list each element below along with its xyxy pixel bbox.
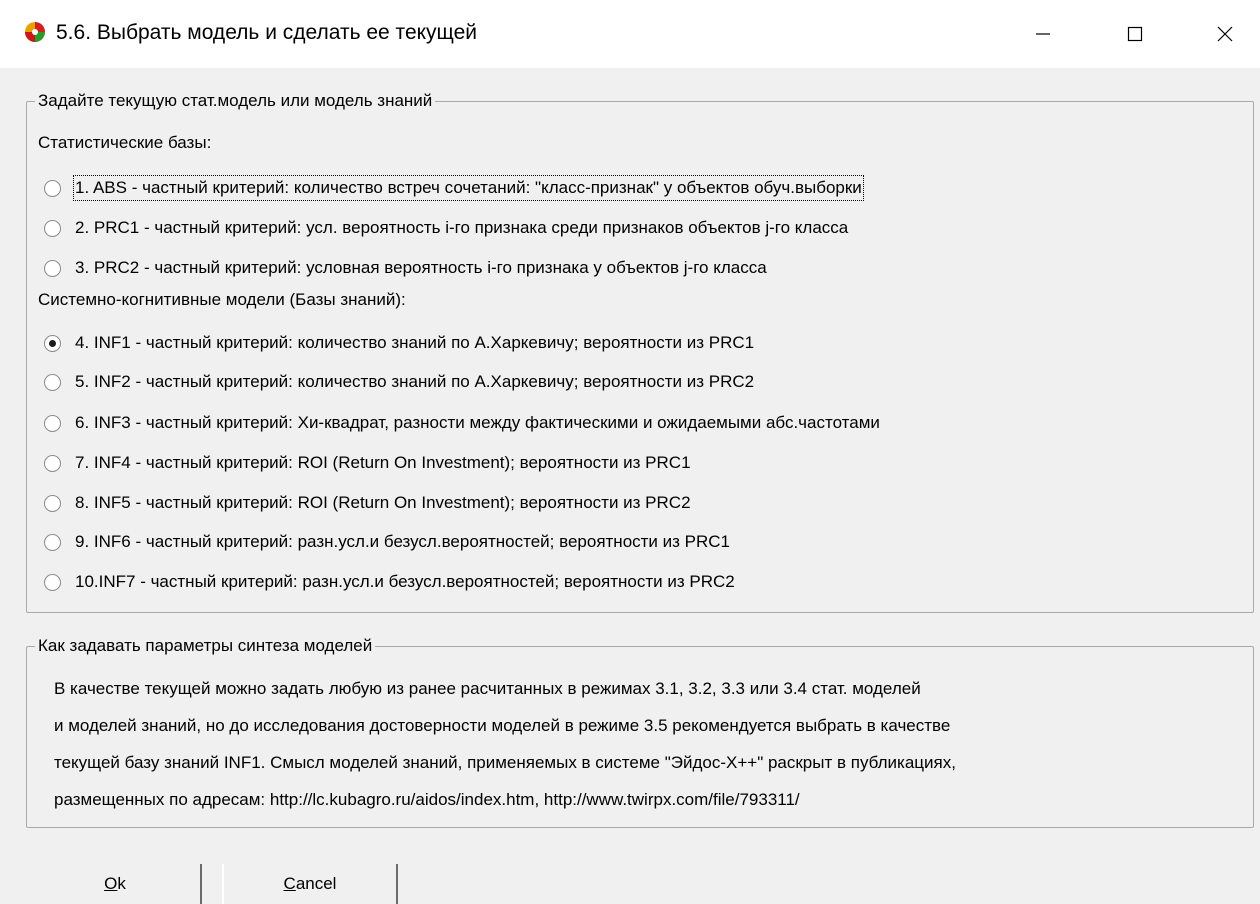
radio-label: 1. ABS - частный критерий: количество вс…	[73, 175, 864, 201]
radio-label: 5. INF2 - частный критерий: количество з…	[75, 372, 755, 391]
radio-button[interactable]	[44, 414, 61, 432]
ok-mnemonic: O	[104, 874, 118, 893]
maximize-button[interactable]	[1100, 0, 1170, 68]
radio-option-inf5[interactable]: 8. INF5 - частный критерий: ROI (Return …	[44, 490, 691, 516]
close-button[interactable]	[1190, 0, 1260, 68]
maximize-icon	[1127, 26, 1143, 42]
ok-label-rest: k	[117, 874, 126, 893]
radio-option-abs[interactable]: 1. ABS - частный критерий: количество вс…	[44, 175, 864, 201]
radio-option-inf1[interactable]: 4. INF1 - частный критерий: количество з…	[44, 330, 754, 356]
knowledge-bases-label: Системно-когнитивные модели (Базы знаний…	[38, 290, 406, 309]
radio-button[interactable]	[44, 334, 61, 352]
radio-label: 6. INF3 - частный критерий: Хи-квадрат, …	[75, 413, 880, 432]
cancel-button[interactable]: Cancel	[222, 864, 398, 904]
radio-button[interactable]	[44, 259, 61, 277]
radio-button[interactable]	[44, 454, 61, 472]
app-logo-icon	[25, 22, 45, 42]
radio-label: 7. INF4 - частный критерий: ROI (Return …	[75, 453, 691, 472]
radio-button[interactable]	[44, 219, 61, 237]
radio-label: 4. INF1 - частный критерий: количество з…	[75, 333, 755, 352]
radio-label: 9. INF6 - частный критерий: разн.усл.и б…	[75, 532, 731, 551]
info-text-line: размещенных по адресам: http://lc.kubagr…	[54, 790, 800, 809]
title-bar: 5.6. Выбрать модель и сделать ее текущей	[0, 0, 1260, 68]
radio-button[interactable]	[44, 373, 61, 391]
radio-option-prc1[interactable]: 2. PRC1 - частный критерий: усл. вероятн…	[44, 215, 848, 241]
ok-button[interactable]: Ok	[30, 864, 202, 904]
radio-label: 10.INF7 - частный критерий: разн.усл.и б…	[75, 572, 735, 591]
radio-label: 8. INF5 - частный критерий: ROI (Return …	[75, 493, 691, 512]
stat-bases-label: Статистические базы:	[38, 133, 212, 152]
radio-option-inf2[interactable]: 5. INF2 - частный критерий: количество з…	[44, 369, 754, 395]
minimize-icon	[1036, 33, 1050, 35]
info-text-line: и моделей знаний, но до исследования дос…	[54, 716, 951, 735]
window-title: 5.6. Выбрать модель и сделать ее текущей	[56, 21, 477, 44]
info-text-line: В качестве текущей можно задать любую из…	[54, 679, 921, 698]
info-text-line: текущей базу знаний INF1. Смысл моделей …	[54, 753, 956, 772]
radio-label: 2. PRC1 - частный критерий: усл. вероятн…	[75, 218, 849, 237]
cancel-mnemonic: C	[283, 874, 296, 893]
minimize-button[interactable]	[1008, 0, 1078, 68]
close-icon	[1217, 26, 1233, 42]
radio-button[interactable]	[44, 179, 61, 197]
radio-button[interactable]	[44, 573, 61, 591]
radio-button[interactable]	[44, 494, 61, 512]
radio-option-prc2[interactable]: 3. PRC2 - частный критерий: условная вер…	[44, 255, 767, 281]
radio-option-inf7[interactable]: 10.INF7 - частный критерий: разн.усл.и б…	[44, 569, 735, 595]
radio-option-inf3[interactable]: 6. INF3 - частный критерий: Хи-квадрат, …	[44, 410, 880, 436]
info-group-legend: Как задавать параметры синтеза моделей	[35, 635, 376, 657]
cancel-label-rest: ancel	[295, 874, 337, 893]
radio-option-inf4[interactable]: 7. INF4 - частный критерий: ROI (Return …	[44, 450, 691, 476]
radio-label: 3. PRC2 - частный критерий: условная вер…	[75, 258, 767, 277]
radio-button[interactable]	[44, 533, 61, 551]
radio-option-inf6[interactable]: 9. INF6 - частный критерий: разн.усл.и б…	[44, 529, 730, 555]
model-group-legend: Задайте текущую стат.модель или модель з…	[35, 90, 436, 112]
